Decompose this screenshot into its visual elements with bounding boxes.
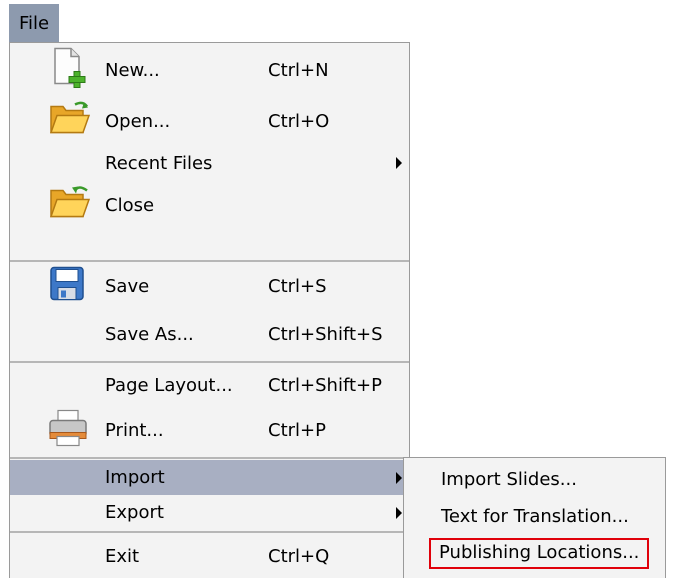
menu-separator [10,457,409,459]
menu-item-print-shortcut: Ctrl+P [268,419,326,441]
menu-item-new[interactable]: New... Ctrl+N [10,43,409,97]
submenu-item-text-for-translation-label: Text for Translation... [441,505,629,527]
menu-item-export[interactable]: Export [10,495,409,530]
menu-item-page-layout[interactable]: Page Layout... Ctrl+Shift+P [10,364,409,406]
menu-separator [10,361,409,363]
submenu-arrow-icon [396,471,402,484]
menubar-file-label: File [18,12,50,34]
menu-item-import[interactable]: Import [10,460,409,495]
menu-separator [10,531,409,533]
menu-item-save-shortcut: Ctrl+S [268,275,327,297]
file-menu: New... Ctrl+N Open... Ctrl+O Recent File… [9,42,410,578]
menu-item-save-as[interactable]: Save As... Ctrl+Shift+S [10,309,409,359]
submenu-arrow-icon [396,157,402,169]
submenu-item-text-for-translation[interactable]: Text for Translation... [404,499,665,533]
printer-icon [47,408,89,453]
menu-item-recent-files-label: Recent Files [105,152,213,174]
menu-item-save-as-label: Save As... [105,323,194,345]
submenu-item-import-slides-label: Import Slides... [441,468,577,490]
menu-item-open[interactable]: Open... Ctrl+O [10,97,409,145]
menu-item-page-layout-shortcut: Ctrl+Shift+P [268,374,382,396]
menu-item-close-label: Close [105,194,155,216]
menu-item-page-layout-label: Page Layout... [105,374,233,396]
submenu-item-publishing-locations[interactable]: Publishing Locations... [404,536,665,570]
menu-item-save-label: Save [105,275,150,297]
menu-item-exit-shortcut: Ctrl+Q [268,545,330,567]
menu-item-save[interactable]: Save Ctrl+S [10,263,409,309]
menu-item-new-label: New... [105,59,160,81]
close-folder-icon [47,183,91,228]
menu-item-close[interactable]: Close [10,181,409,229]
menu-item-save-as-shortcut: Ctrl+Shift+S [268,323,383,345]
menu-item-export-label: Export [105,502,164,523]
new-file-icon [47,46,87,95]
menu-item-exit[interactable]: Exit Ctrl+Q [10,534,409,578]
menu-item-new-shortcut: Ctrl+N [268,59,329,81]
menu-item-open-label: Open... [105,110,171,132]
open-folder-icon [47,99,91,144]
import-submenu: Import Slides... Text for Translation...… [403,457,666,578]
menu-item-exit-label: Exit [105,545,140,567]
menu-item-import-label: Import [105,467,165,488]
menu-item-open-shortcut: Ctrl+O [268,110,330,132]
submenu-item-publishing-locations-label: Publishing Locations... [429,537,650,569]
menu-item-print-label: Print... [105,419,164,441]
menu-item-recent-files[interactable]: Recent Files [10,145,409,181]
menubar-file[interactable]: File [9,4,59,42]
submenu-arrow-icon [396,506,402,519]
save-disk-icon [47,264,87,309]
menu-separator [10,260,409,262]
submenu-item-import-slides[interactable]: Import Slides... [404,462,665,496]
menu-item-print[interactable]: Print... Ctrl+P [10,406,409,454]
